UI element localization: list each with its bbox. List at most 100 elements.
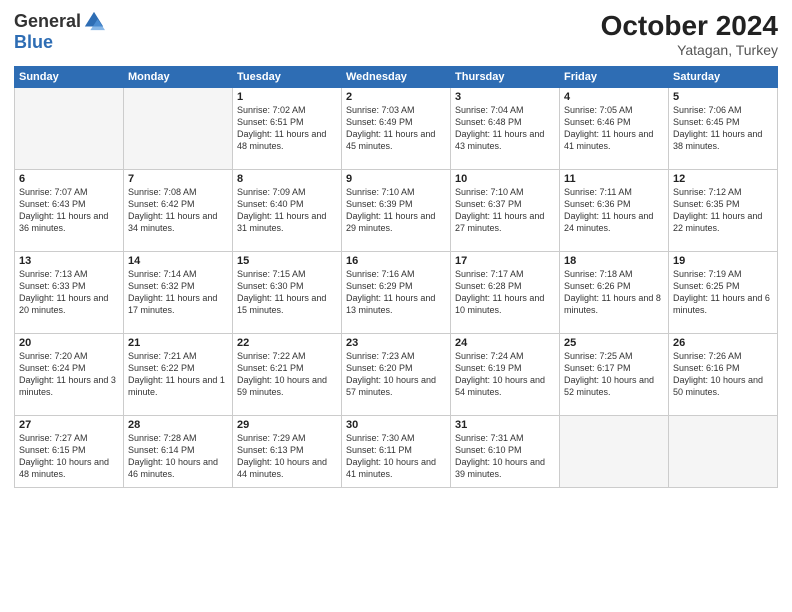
header: General Blue October 2024 Yatagan, Turke… bbox=[14, 10, 778, 58]
day-info: Sunrise: 7:17 AMSunset: 6:28 PMDaylight:… bbox=[455, 268, 555, 317]
day-info: Sunrise: 7:20 AMSunset: 6:24 PMDaylight:… bbox=[19, 350, 119, 399]
col-thursday: Thursday bbox=[451, 67, 560, 88]
day-number: 16 bbox=[346, 255, 446, 267]
day-number: 12 bbox=[673, 173, 773, 185]
calendar-week-row-1: 1Sunrise: 7:02 AMSunset: 6:51 PMDaylight… bbox=[15, 88, 778, 170]
day-number: 14 bbox=[128, 255, 228, 267]
logo-general-text: General bbox=[14, 11, 81, 32]
calendar-cell: 4Sunrise: 7:05 AMSunset: 6:46 PMDaylight… bbox=[560, 88, 669, 170]
day-number: 20 bbox=[19, 337, 119, 349]
calendar-cell: 25Sunrise: 7:25 AMSunset: 6:17 PMDayligh… bbox=[560, 334, 669, 416]
calendar-cell: 26Sunrise: 7:26 AMSunset: 6:16 PMDayligh… bbox=[669, 334, 778, 416]
day-info: Sunrise: 7:08 AMSunset: 6:42 PMDaylight:… bbox=[128, 186, 228, 235]
calendar-week-row-5: 27Sunrise: 7:27 AMSunset: 6:15 PMDayligh… bbox=[15, 416, 778, 488]
day-number: 6 bbox=[19, 173, 119, 185]
col-wednesday: Wednesday bbox=[342, 67, 451, 88]
day-number: 8 bbox=[237, 173, 337, 185]
calendar-cell: 12Sunrise: 7:12 AMSunset: 6:35 PMDayligh… bbox=[669, 170, 778, 252]
day-number: 29 bbox=[237, 419, 337, 431]
calendar-cell: 20Sunrise: 7:20 AMSunset: 6:24 PMDayligh… bbox=[15, 334, 124, 416]
calendar-cell bbox=[669, 416, 778, 488]
day-info: Sunrise: 7:11 AMSunset: 6:36 PMDaylight:… bbox=[564, 186, 664, 235]
day-number: 25 bbox=[564, 337, 664, 349]
day-info: Sunrise: 7:09 AMSunset: 6:40 PMDaylight:… bbox=[237, 186, 337, 235]
day-number: 5 bbox=[673, 91, 773, 103]
calendar-cell: 11Sunrise: 7:11 AMSunset: 6:36 PMDayligh… bbox=[560, 170, 669, 252]
calendar-cell: 23Sunrise: 7:23 AMSunset: 6:20 PMDayligh… bbox=[342, 334, 451, 416]
day-info: Sunrise: 7:31 AMSunset: 6:10 PMDaylight:… bbox=[455, 432, 555, 481]
calendar-cell: 29Sunrise: 7:29 AMSunset: 6:13 PMDayligh… bbox=[233, 416, 342, 488]
day-number: 3 bbox=[455, 91, 555, 103]
day-number: 10 bbox=[455, 173, 555, 185]
calendar-cell: 27Sunrise: 7:27 AMSunset: 6:15 PMDayligh… bbox=[15, 416, 124, 488]
day-number: 21 bbox=[128, 337, 228, 349]
day-info: Sunrise: 7:02 AMSunset: 6:51 PMDaylight:… bbox=[237, 104, 337, 153]
day-info: Sunrise: 7:19 AMSunset: 6:25 PMDaylight:… bbox=[673, 268, 773, 317]
calendar-cell: 8Sunrise: 7:09 AMSunset: 6:40 PMDaylight… bbox=[233, 170, 342, 252]
calendar-cell bbox=[560, 416, 669, 488]
day-info: Sunrise: 7:29 AMSunset: 6:13 PMDaylight:… bbox=[237, 432, 337, 481]
day-number: 15 bbox=[237, 255, 337, 267]
day-info: Sunrise: 7:28 AMSunset: 6:14 PMDaylight:… bbox=[128, 432, 228, 481]
day-info: Sunrise: 7:10 AMSunset: 6:39 PMDaylight:… bbox=[346, 186, 446, 235]
day-number: 22 bbox=[237, 337, 337, 349]
day-info: Sunrise: 7:04 AMSunset: 6:48 PMDaylight:… bbox=[455, 104, 555, 153]
day-info: Sunrise: 7:21 AMSunset: 6:22 PMDaylight:… bbox=[128, 350, 228, 399]
day-info: Sunrise: 7:24 AMSunset: 6:19 PMDaylight:… bbox=[455, 350, 555, 399]
calendar-cell: 13Sunrise: 7:13 AMSunset: 6:33 PMDayligh… bbox=[15, 252, 124, 334]
day-number: 27 bbox=[19, 419, 119, 431]
day-number: 1 bbox=[237, 91, 337, 103]
calendar-cell: 6Sunrise: 7:07 AMSunset: 6:43 PMDaylight… bbox=[15, 170, 124, 252]
day-info: Sunrise: 7:27 AMSunset: 6:15 PMDaylight:… bbox=[19, 432, 119, 481]
calendar-cell: 15Sunrise: 7:15 AMSunset: 6:30 PMDayligh… bbox=[233, 252, 342, 334]
day-info: Sunrise: 7:15 AMSunset: 6:30 PMDaylight:… bbox=[237, 268, 337, 317]
logo-blue-text: Blue bbox=[14, 32, 53, 53]
calendar-cell bbox=[124, 88, 233, 170]
day-info: Sunrise: 7:23 AMSunset: 6:20 PMDaylight:… bbox=[346, 350, 446, 399]
day-info: Sunrise: 7:10 AMSunset: 6:37 PMDaylight:… bbox=[455, 186, 555, 235]
title-block: October 2024 Yatagan, Turkey bbox=[601, 10, 778, 58]
day-info: Sunrise: 7:07 AMSunset: 6:43 PMDaylight:… bbox=[19, 186, 119, 235]
day-number: 4 bbox=[564, 91, 664, 103]
day-info: Sunrise: 7:18 AMSunset: 6:26 PMDaylight:… bbox=[564, 268, 664, 317]
calendar-header-row: Sunday Monday Tuesday Wednesday Thursday… bbox=[15, 67, 778, 88]
calendar-cell: 22Sunrise: 7:22 AMSunset: 6:21 PMDayligh… bbox=[233, 334, 342, 416]
day-number: 24 bbox=[455, 337, 555, 349]
location: Yatagan, Turkey bbox=[601, 42, 778, 58]
day-number: 9 bbox=[346, 173, 446, 185]
calendar-cell: 9Sunrise: 7:10 AMSunset: 6:39 PMDaylight… bbox=[342, 170, 451, 252]
day-number: 2 bbox=[346, 91, 446, 103]
day-number: 26 bbox=[673, 337, 773, 349]
calendar-week-row-4: 20Sunrise: 7:20 AMSunset: 6:24 PMDayligh… bbox=[15, 334, 778, 416]
day-number: 19 bbox=[673, 255, 773, 267]
day-info: Sunrise: 7:05 AMSunset: 6:46 PMDaylight:… bbox=[564, 104, 664, 153]
col-saturday: Saturday bbox=[669, 67, 778, 88]
calendar-cell: 21Sunrise: 7:21 AMSunset: 6:22 PMDayligh… bbox=[124, 334, 233, 416]
day-info: Sunrise: 7:03 AMSunset: 6:49 PMDaylight:… bbox=[346, 104, 446, 153]
day-info: Sunrise: 7:16 AMSunset: 6:29 PMDaylight:… bbox=[346, 268, 446, 317]
calendar-cell: 14Sunrise: 7:14 AMSunset: 6:32 PMDayligh… bbox=[124, 252, 233, 334]
day-number: 30 bbox=[346, 419, 446, 431]
day-number: 31 bbox=[455, 419, 555, 431]
day-info: Sunrise: 7:22 AMSunset: 6:21 PMDaylight:… bbox=[237, 350, 337, 399]
day-info: Sunrise: 7:12 AMSunset: 6:35 PMDaylight:… bbox=[673, 186, 773, 235]
day-number: 28 bbox=[128, 419, 228, 431]
calendar-cell: 31Sunrise: 7:31 AMSunset: 6:10 PMDayligh… bbox=[451, 416, 560, 488]
calendar-cell: 24Sunrise: 7:24 AMSunset: 6:19 PMDayligh… bbox=[451, 334, 560, 416]
col-friday: Friday bbox=[560, 67, 669, 88]
day-info: Sunrise: 7:06 AMSunset: 6:45 PMDaylight:… bbox=[673, 104, 773, 153]
day-number: 17 bbox=[455, 255, 555, 267]
day-info: Sunrise: 7:13 AMSunset: 6:33 PMDaylight:… bbox=[19, 268, 119, 317]
calendar-week-row-2: 6Sunrise: 7:07 AMSunset: 6:43 PMDaylight… bbox=[15, 170, 778, 252]
logo-icon bbox=[83, 10, 105, 32]
day-info: Sunrise: 7:25 AMSunset: 6:17 PMDaylight:… bbox=[564, 350, 664, 399]
logo: General Blue bbox=[14, 10, 105, 53]
calendar-cell: 2Sunrise: 7:03 AMSunset: 6:49 PMDaylight… bbox=[342, 88, 451, 170]
calendar-cell: 5Sunrise: 7:06 AMSunset: 6:45 PMDaylight… bbox=[669, 88, 778, 170]
col-sunday: Sunday bbox=[15, 67, 124, 88]
day-number: 13 bbox=[19, 255, 119, 267]
month-title: October 2024 bbox=[601, 10, 778, 42]
page: General Blue October 2024 Yatagan, Turke… bbox=[0, 0, 792, 612]
day-number: 23 bbox=[346, 337, 446, 349]
day-number: 11 bbox=[564, 173, 664, 185]
